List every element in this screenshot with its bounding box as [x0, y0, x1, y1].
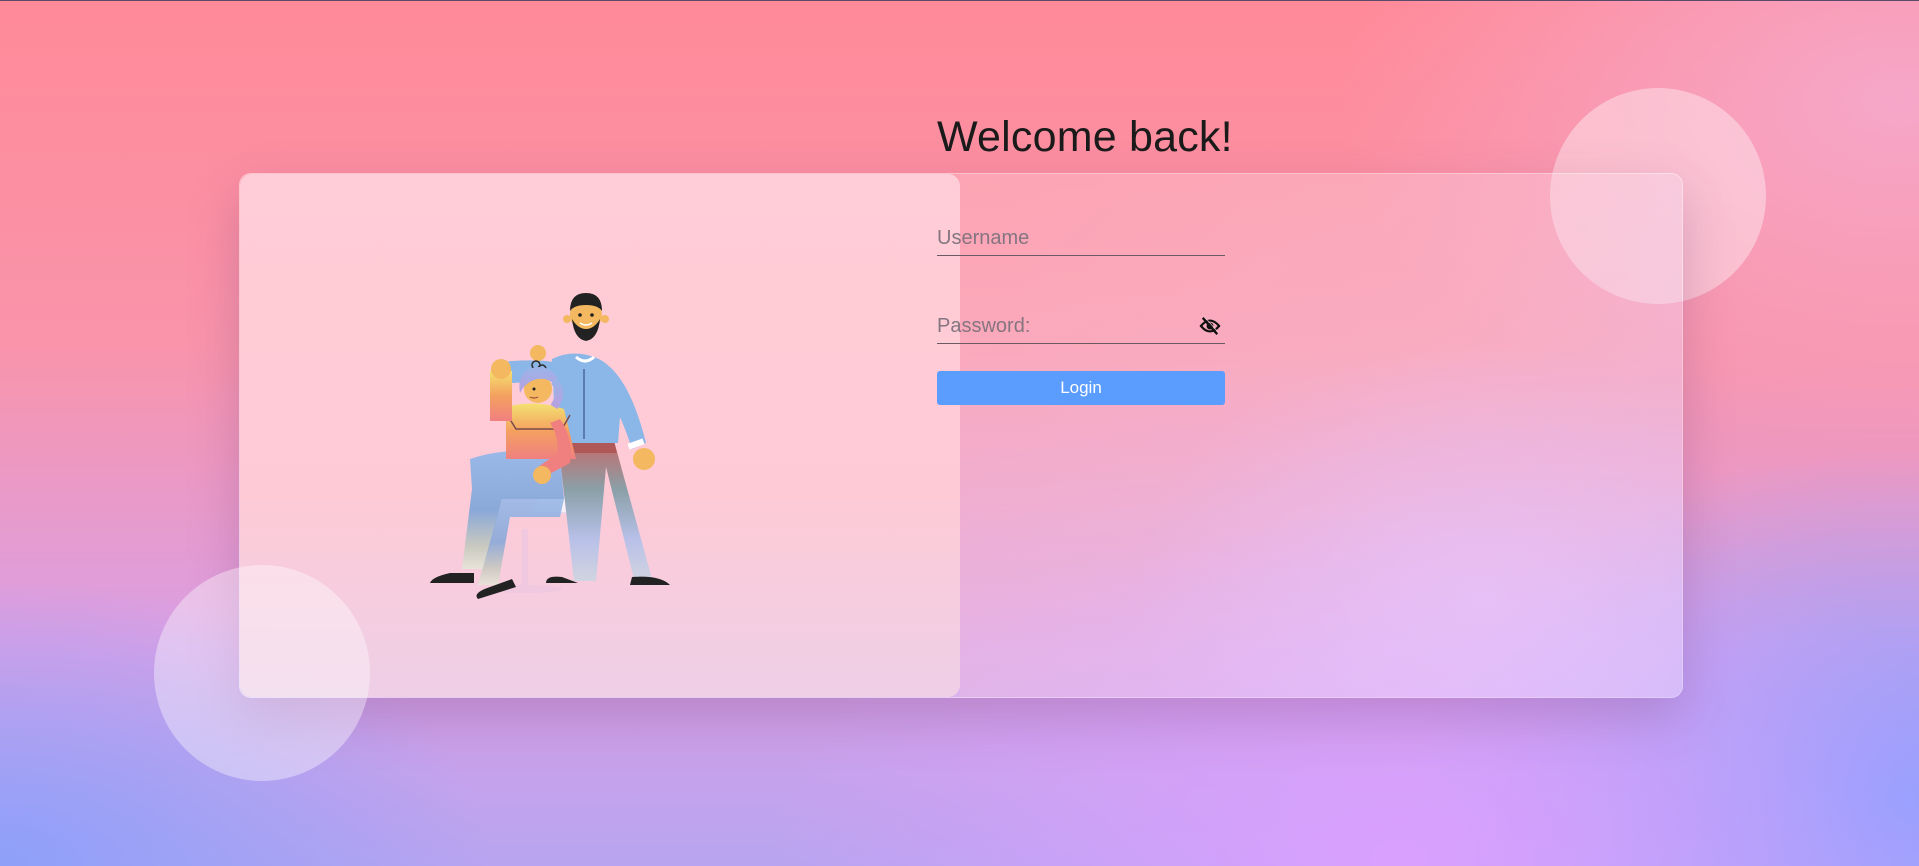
password-field-wrapper	[937, 309, 1225, 344]
barber-illustration	[430, 293, 670, 599]
login-button[interactable]: Login	[937, 371, 1225, 405]
welcome-title: Welcome back!	[937, 113, 1233, 161]
username-field-wrapper	[937, 221, 1225, 256]
eye-slash-icon[interactable]	[1199, 316, 1221, 336]
login-page: Welcome back! Login	[0, 0, 1919, 866]
decorative-circle-bottom	[154, 565, 370, 781]
top-border	[0, 0, 1919, 1]
username-input[interactable]	[937, 221, 1225, 255]
password-input[interactable]	[937, 309, 1225, 343]
